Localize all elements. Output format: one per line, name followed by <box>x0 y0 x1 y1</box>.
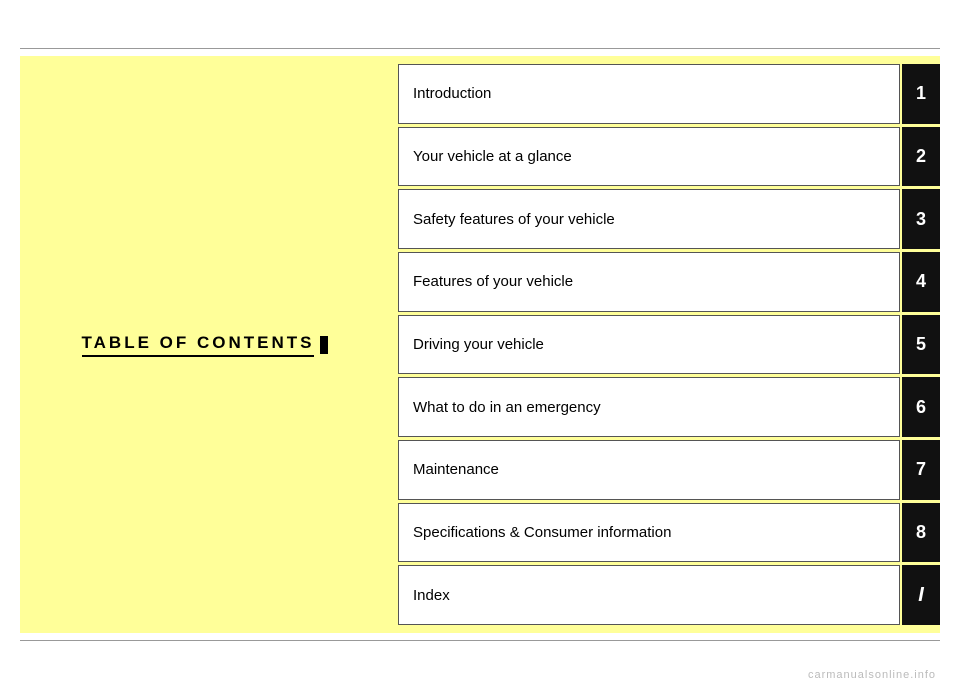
main-content: TABLE OF CONTENTS Introduction1Your vehi… <box>20 56 940 633</box>
toc-row[interactable]: Safety features of your vehicle3 <box>398 189 940 249</box>
toc-row[interactable]: IndexI <box>398 565 940 625</box>
toc-item-number-5: 5 <box>902 315 940 375</box>
toc-row[interactable]: Introduction1 <box>398 64 940 124</box>
toc-cursor <box>320 336 328 354</box>
toc-item-number-6: 6 <box>902 377 940 437</box>
toc-row[interactable]: Driving your vehicle5 <box>398 315 940 375</box>
toc-row[interactable]: Specifications & Consumer information8 <box>398 503 940 563</box>
top-divider <box>20 48 940 49</box>
toc-row[interactable]: Maintenance7 <box>398 440 940 500</box>
toc-title-text: TABLE OF CONTENTS <box>82 333 315 357</box>
toc-list: Introduction1Your vehicle at a glance2Sa… <box>390 56 940 633</box>
toc-item-number-7: 7 <box>902 440 940 500</box>
toc-row[interactable]: Features of your vehicle4 <box>398 252 940 312</box>
toc-item-label-3[interactable]: Safety features of your vehicle <box>398 189 900 249</box>
toc-item-label-4[interactable]: Features of your vehicle <box>398 252 900 312</box>
toc-title: TABLE OF CONTENTS <box>82 333 329 357</box>
toc-item-label-7[interactable]: Maintenance <box>398 440 900 500</box>
toc-item-number-9: I <box>902 565 940 625</box>
toc-item-label-9[interactable]: Index <box>398 565 900 625</box>
toc-item-number-3: 3 <box>902 189 940 249</box>
left-panel: TABLE OF CONTENTS <box>20 56 390 633</box>
toc-item-label-5[interactable]: Driving your vehicle <box>398 315 900 375</box>
bottom-divider <box>20 640 940 641</box>
toc-item-label-1[interactable]: Introduction <box>398 64 900 124</box>
toc-row[interactable]: Your vehicle at a glance2 <box>398 127 940 187</box>
toc-item-number-2: 2 <box>902 127 940 187</box>
toc-item-number-1: 1 <box>902 64 940 124</box>
toc-item-number-8: 8 <box>902 503 940 563</box>
toc-row[interactable]: What to do in an emergency6 <box>398 377 940 437</box>
watermark: carmanualsonline.info <box>808 669 936 681</box>
toc-item-number-4: 4 <box>902 252 940 312</box>
toc-item-label-6[interactable]: What to do in an emergency <box>398 377 900 437</box>
toc-item-label-2[interactable]: Your vehicle at a glance <box>398 127 900 187</box>
toc-item-label-8[interactable]: Specifications & Consumer information <box>398 503 900 563</box>
